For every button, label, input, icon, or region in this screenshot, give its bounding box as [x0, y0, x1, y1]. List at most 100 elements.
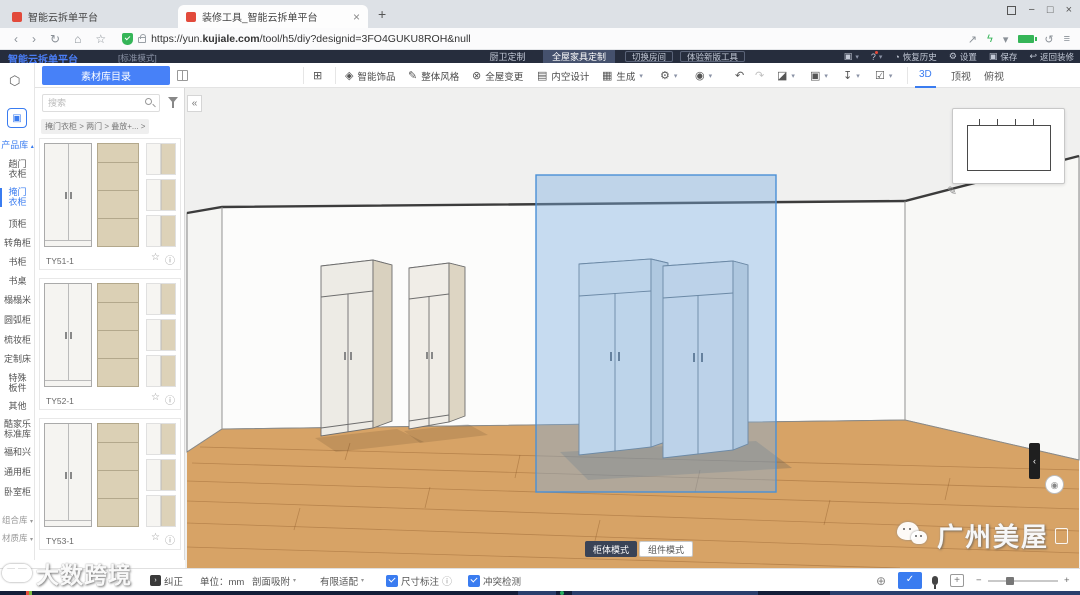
sidebar-item-tatami[interactable]: 榻榻米 — [0, 295, 35, 306]
search-icon[interactable] — [145, 98, 152, 105]
nav-kitchen-bath[interactable]: 厨卫定制 — [480, 50, 535, 63]
sidebar-item-special-panels[interactable]: 特殊 板件 — [0, 373, 35, 393]
expand-button[interactable]: › 纠正 — [150, 569, 183, 592]
grid-view-button[interactable]: ⊞ — [313, 63, 322, 88]
limited-fit-dropdown[interactable]: 有限适配 ▾ — [320, 569, 364, 592]
browser-tab-1[interactable]: 智能云拆单平台 — [4, 5, 174, 28]
slider-knob[interactable] — [1006, 576, 1014, 585]
product-card[interactable]: TY51-1 ☆ ⓘ — [39, 138, 181, 270]
speed-icon[interactable]: ϟ — [987, 33, 993, 45]
share-icon[interactable]: ↗ — [968, 33, 977, 46]
filter-icon[interactable] — [168, 97, 178, 108]
window-pin-icon[interactable] — [1007, 5, 1017, 15]
viewport-3d[interactable]: « ✎ ‹ ◉ 柜体模式 组件模式 广州美屋 — [185, 88, 1080, 568]
variant-thumb[interactable] — [146, 143, 176, 175]
fit-view-button[interactable]: + — [950, 569, 964, 592]
new-tool-button[interactable]: 体验新版工具 — [680, 51, 746, 62]
export-button[interactable]: ▣ ▾ — [844, 51, 859, 62]
sidebar-item-dresser[interactable]: 梳妆柜 — [0, 335, 35, 346]
window-minimize-icon[interactable]: − — [1028, 4, 1034, 16]
windows-start-icon[interactable] — [26, 591, 32, 595]
float-tool-button[interactable]: ◉ — [1045, 475, 1064, 494]
sidebar-item-top-cabinet[interactable]: 顶柜 — [0, 219, 35, 230]
view-tab-3d[interactable]: 3D — [915, 63, 936, 88]
smart-accessory-button[interactable]: ◈ 智能饰品 — [345, 63, 395, 88]
sidebar-item-sliding-wardrobe[interactable]: 趟门 衣柜 — [0, 159, 35, 179]
variant-thumb[interactable] — [146, 459, 176, 491]
house-change-button[interactable]: ⊗ 全屋变更 — [472, 63, 523, 88]
bookmark-icon[interactable]: ☆ — [95, 32, 106, 46]
menu-icon[interactable]: ≡ — [1064, 33, 1070, 45]
sidebar-item-fuhexing[interactable]: 福和兴 — [0, 447, 35, 458]
conflict-checkbox[interactable]: 冲突检测 — [468, 569, 521, 592]
zoom-in-button[interactable]: + — [1064, 569, 1070, 592]
active-app-icon[interactable]: ▣ — [7, 108, 27, 128]
variant-thumb[interactable] — [146, 495, 176, 527]
product-card[interactable]: TY52-1 ☆ ⓘ — [39, 278, 181, 410]
forward-icon[interactable]: › — [32, 32, 36, 46]
redo-button[interactable]: ↷ — [755, 63, 764, 88]
sidebar-footer-materials[interactable]: 材质库 ▾ — [0, 532, 35, 544]
zoom-out-button[interactable]: − — [976, 569, 982, 592]
history-restore-icon[interactable]: ↺ — [1044, 33, 1053, 46]
window-maximize-icon[interactable]: □ — [1047, 4, 1054, 16]
cube-icon[interactable]: ⬡ — [9, 73, 20, 89]
variant-thumb[interactable] — [146, 179, 176, 211]
variant-thumb[interactable] — [146, 423, 176, 455]
interior-design-button[interactable]: ▤ 内空设计 — [537, 63, 589, 88]
floorplan-minimap[interactable] — [952, 108, 1065, 184]
dimension-checkbox[interactable]: 尺寸标注 ⓘ — [386, 569, 452, 592]
url-bar[interactable]: https://yun.kujiale.com/tool/h5/diy?desi… — [122, 32, 471, 45]
browser-tab-2[interactable]: 装修工具_智能云拆单平台 × — [178, 5, 368, 28]
checklist-dropdown-button[interactable]: ☑ ▾ — [875, 63, 892, 88]
sidebar-footer-combos[interactable]: 组合库 ▾ — [0, 514, 35, 526]
globe-button[interactable]: ⊕ — [876, 569, 886, 592]
window-close-icon[interactable]: × — [1066, 4, 1072, 16]
caret-down-icon[interactable]: ▾ — [1003, 33, 1009, 46]
sidebar-item-bedroom-cabinet[interactable]: 卧室柜 — [0, 487, 35, 498]
panel-collapse-button[interactable]: « — [187, 95, 202, 112]
info-icon[interactable]: ⓘ — [165, 252, 175, 267]
help-button[interactable]: ? ▾ — [871, 50, 882, 62]
sidebar-item-general-cabinet[interactable]: 通用柜 — [0, 467, 35, 478]
variant-thumb[interactable] — [146, 283, 176, 315]
sidebar-item-corner-cabinet[interactable]: 转角柜 — [0, 238, 35, 249]
undo-button[interactable]: ↶ — [735, 63, 744, 88]
sidebar-item-hinged-wardrobe[interactable]: 掩门 衣柜 — [0, 187, 35, 207]
product-card[interactable]: TY53-1 ☆ ⓘ — [39, 418, 181, 550]
draw-mode-button[interactable]: ✓ — [898, 569, 922, 592]
new-tab-button[interactable]: + — [378, 6, 386, 22]
search-input[interactable] — [42, 94, 160, 112]
eraser-dropdown-button[interactable]: ◪ ▾ — [777, 63, 795, 88]
save-button[interactable]: ▣ 保存 — [989, 51, 1018, 63]
home-icon[interactable]: ⌂ — [74, 32, 81, 46]
cabinet-mode-button[interactable]: 柜体模式 — [585, 541, 638, 557]
favorite-star-icon[interactable]: ☆ — [151, 252, 160, 267]
zoom-slider[interactable] — [988, 569, 1058, 592]
mic-button[interactable] — [930, 569, 940, 592]
back-icon[interactable]: ‹ — [14, 32, 18, 46]
sidebar-item-arc-cabinet[interactable]: 圆弧柜 — [0, 315, 35, 326]
history-button[interactable]: ◔ 恢复历史 — [894, 51, 936, 63]
overall-style-button[interactable]: ✎ 整体风格 — [408, 63, 459, 88]
info-icon[interactable]: ⓘ — [165, 392, 175, 407]
favorite-star-icon[interactable]: ☆ — [151, 532, 160, 547]
windows-taskbar[interactable] — [0, 591, 1080, 595]
sidebar-item-kujiale-standard[interactable]: 酷家乐 标准库 — [0, 419, 35, 439]
switch-room-button[interactable]: 切换房间 — [625, 51, 674, 62]
section-snap-dropdown[interactable]: 剖面吸附 ▾ — [252, 569, 296, 592]
view-tab-overhead[interactable]: 俯视 — [980, 63, 1008, 88]
generate-button[interactable]: ▦ 生成 ▾ — [602, 63, 643, 88]
sidebar-item-desk[interactable]: 书桌 — [0, 276, 35, 287]
sidebar-item-bookcase[interactable]: 书柜 — [0, 257, 35, 268]
nav-whole-house[interactable]: 全屋家具定制 — [543, 50, 615, 63]
variant-thumb[interactable] — [146, 355, 176, 387]
material-library-button[interactable]: 素材库目录 — [42, 66, 170, 85]
sidebar-item-custom-bed[interactable]: 定制床 — [0, 354, 35, 365]
download-dropdown-button[interactable]: ↧ ▾ — [843, 63, 860, 88]
settings-button[interactable]: ⚙ 设置 — [949, 51, 977, 63]
visibility-dropdown-button[interactable]: ◉ ▾ — [695, 63, 712, 88]
edit-pencil-icon[interactable]: ✎ — [947, 184, 957, 198]
tab-close-icon[interactable]: × — [353, 10, 360, 24]
tools-dropdown-button[interactable]: ⚙ ▾ — [660, 63, 677, 88]
